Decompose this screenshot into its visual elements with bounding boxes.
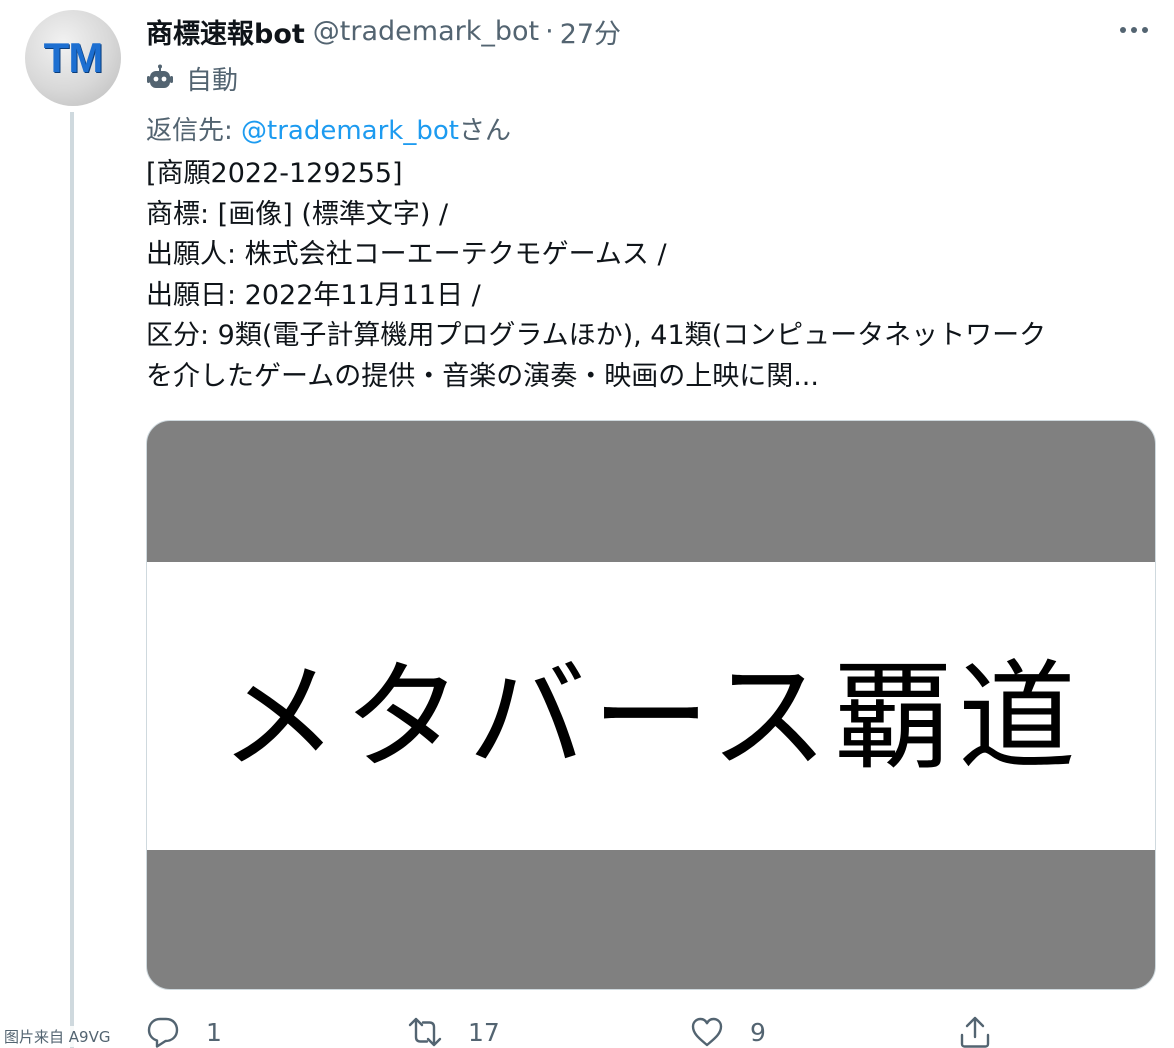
retweet-count: 17 bbox=[468, 1017, 500, 1047]
trademark-image-text: メタバース覇道 bbox=[219, 647, 1083, 786]
tweet-line: 区分: 9類(電子計算機用プログラムほか), 41類(コンピュータネットワーク bbox=[146, 320, 1047, 351]
more-dot-icon bbox=[1142, 27, 1148, 33]
user-handle[interactable]: @trademark_bot bbox=[313, 16, 539, 47]
tweet-text: [商願2022-129255] 商標: [画像] (標準文字) / 出願人: 株… bbox=[146, 154, 1146, 397]
avatar-text: TM bbox=[43, 34, 104, 81]
replying-to: 返信先: @trademark_botさん bbox=[146, 110, 511, 147]
heart-icon bbox=[691, 1017, 723, 1047]
like-button[interactable]: 9 bbox=[690, 1012, 766, 1048]
share-button[interactable] bbox=[958, 1012, 992, 1048]
thread-line bbox=[70, 112, 74, 1048]
display-name[interactable]: 商標速報bot bbox=[146, 12, 305, 51]
more-dot-icon bbox=[1120, 27, 1126, 33]
tweet-line: 商標: [画像] (標準文字) / bbox=[146, 198, 449, 230]
retweet-button[interactable]: 17 bbox=[408, 1012, 500, 1048]
tweet-line: 出願日: 2022年11月11日 / bbox=[146, 279, 481, 311]
tweet-line: [商願2022-129255] bbox=[146, 158, 403, 189]
tweet-media-image[interactable]: メタバース覇道 bbox=[146, 420, 1156, 990]
more-options-button[interactable] bbox=[1116, 16, 1152, 44]
separator-dot: · bbox=[545, 15, 554, 47]
like-count: 9 bbox=[750, 1017, 766, 1047]
tweet-header: 商標速報bot @trademark_bot · 27分 bbox=[146, 12, 621, 51]
reply-icon bbox=[147, 1017, 179, 1048]
timestamp[interactable]: 27分 bbox=[560, 12, 621, 51]
reply-suffix: さん bbox=[458, 116, 511, 146]
retweet-icon bbox=[408, 1017, 442, 1047]
reply-mention-link[interactable]: @trademark_bot bbox=[241, 116, 459, 146]
trademark-image-band: メタバース覇道 bbox=[147, 562, 1155, 850]
tweet-line: 出願人: 株式会社コーエーテクモゲームス / bbox=[146, 239, 667, 270]
more-dot-icon bbox=[1131, 27, 1137, 33]
automated-label[interactable]: 自動 bbox=[146, 60, 238, 96]
tweet-actions: 1 17 9 bbox=[146, 1012, 1156, 1048]
watermark-text: 图片来自 A9VG bbox=[4, 1026, 111, 1047]
reply-button[interactable]: 1 bbox=[146, 1012, 222, 1048]
reply-prefix: 返信先: bbox=[146, 116, 242, 146]
avatar[interactable]: TM bbox=[25, 10, 121, 106]
automated-text: 自動 bbox=[186, 65, 239, 96]
share-icon bbox=[960, 1016, 990, 1048]
tweet-line: を介したゲームの提供・音楽の演奏・映画の上映に関... bbox=[146, 360, 819, 392]
robot-icon bbox=[147, 64, 173, 88]
reply-count: 1 bbox=[206, 1017, 222, 1047]
